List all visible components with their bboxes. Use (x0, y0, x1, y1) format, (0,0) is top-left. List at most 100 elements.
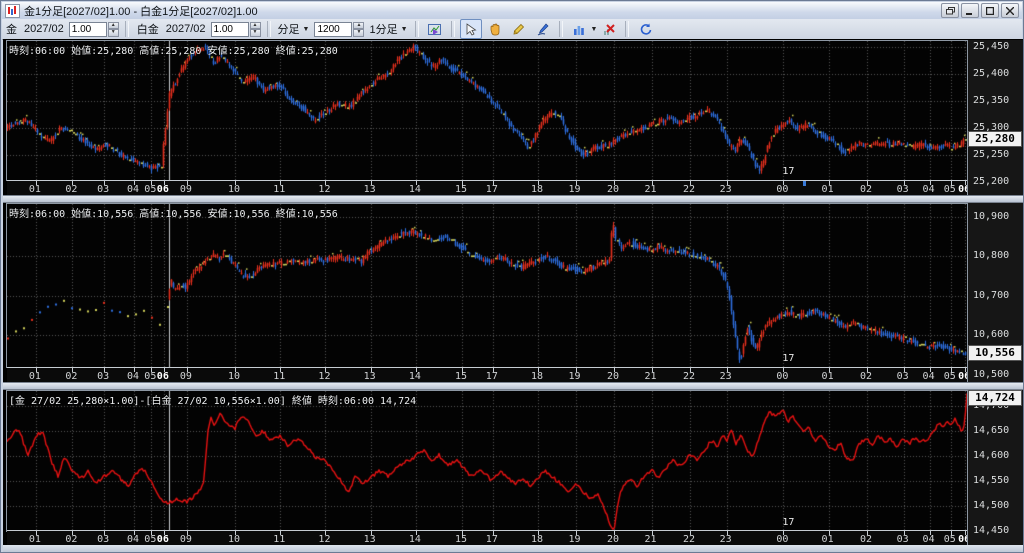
x-tick-label: 02 (860, 184, 872, 195)
new-window-button[interactable] (941, 3, 959, 18)
pane-splitter[interactable] (3, 382, 1023, 390)
x-tick-label: 13 (364, 534, 376, 545)
title-bar[interactable]: 金1分足[2027/02]1.00 - 白金1分足[2027/02]1.00 (2, 2, 1022, 20)
y-axis-label: 10,500 (973, 369, 1009, 380)
chevron-down-icon[interactable]: ▼ (591, 26, 598, 33)
x-tick-label: 14 (409, 371, 421, 382)
x-tick-label: 03 (97, 371, 109, 382)
minimize-button[interactable] (961, 3, 979, 18)
interval-dropdown[interactable]: 1分足 ▼ (369, 21, 407, 37)
x-tick-label: 02 (65, 534, 77, 545)
x-tick-label: 05 (144, 184, 156, 195)
gold-ratio-down-icon[interactable]: ▼ (108, 29, 119, 37)
pen-draw-icon[interactable] (532, 19, 554, 39)
x-tick-label: 04 (923, 534, 935, 545)
x-tick-label: 02 (860, 534, 872, 545)
x-tick-label: 12 (318, 534, 330, 545)
delete-drawings-icon[interactable] (598, 19, 620, 39)
pane-splitter[interactable] (3, 195, 1023, 203)
x-tick-label: 01 (822, 184, 834, 195)
y-axis-label: 10,700 (973, 290, 1009, 301)
x-tick-label: 18 (531, 371, 543, 382)
platinum-ratio-down-icon[interactable]: ▼ (250, 29, 261, 37)
gold-info-line: 時刻:06:00 始値:25,280 高値:25,280 安値:25,280 終… (9, 42, 338, 57)
pencil-draw-icon[interactable] (508, 19, 530, 39)
x-tick-label: 03 (897, 371, 909, 382)
x-tick-label: 23 (720, 534, 732, 545)
x-tick-label: 19 (569, 184, 581, 195)
x-tick-label: 17 (486, 184, 498, 195)
x-tick-label: 06 (157, 534, 169, 545)
x-tick-label: 05 (144, 534, 156, 545)
x-tick-label: 13 (364, 371, 376, 382)
day-change-label: 17 (782, 166, 794, 177)
chevron-down-icon: ▼ (401, 26, 408, 33)
x-tick-label: 11 (273, 184, 285, 195)
gold-ratio-up-icon[interactable]: ▲ (108, 22, 119, 30)
current-price-box: 25,280 (968, 131, 1022, 147)
x-tick-label: 21 (645, 184, 657, 195)
toolbar-separator (451, 21, 455, 37)
gold-price-axis: 25,45025,40025,35025,30025,25025,20025,2… (967, 40, 1023, 195)
bar-count-spinner[interactable]: ▲▼ (314, 22, 364, 37)
y-axis-label: 25,250 (973, 149, 1009, 160)
close-button[interactable] (1001, 3, 1019, 18)
chart-frame-tool-icon[interactable] (424, 19, 446, 39)
chart-region: 時刻:06:00 始値:25,280 高値:25,280 安値:25,280 終… (3, 39, 1023, 552)
y-axis-label: 14,450 (973, 525, 1009, 536)
y-axis-label: 14,600 (973, 450, 1009, 461)
gold-ratio-input[interactable] (69, 22, 107, 37)
app-window: 金1分足[2027/02]1.00 - 白金1分足[2027/02]1.00 金… (0, 0, 1024, 553)
x-tick-label: 00 (776, 534, 788, 545)
bar-count-up-icon[interactable]: ▲ (353, 22, 364, 30)
bar-type-label: 分足 (278, 21, 300, 37)
x-tick-label: 09 (180, 534, 192, 545)
x-tick-label: 19 (569, 371, 581, 382)
main-toolbar: 金 2027/02 ▲▼ 白金 2027/02 ▲▼ 分足 ▼ ▲▼ 1分足 ▼ (2, 19, 1022, 40)
x-tick-label: 14 (409, 184, 421, 195)
pan-hand-icon[interactable] (484, 19, 506, 39)
x-tick-label: 10 (228, 371, 240, 382)
select-arrow-icon[interactable] (460, 19, 482, 39)
day-change-label: 17 (782, 353, 794, 364)
y-axis-label: 14,650 (973, 425, 1009, 436)
bar-count-down-icon[interactable]: ▼ (353, 29, 364, 37)
spread-price-axis: 14,70014,65014,60014,55014,50014,45014,7… (967, 390, 1023, 545)
x-tick-label: 12 (318, 371, 330, 382)
x-tick-label: 04 (127, 184, 139, 195)
bar-count-input[interactable] (314, 22, 352, 37)
y-axis-label: 25,400 (973, 68, 1009, 79)
maximize-button[interactable] (981, 3, 999, 18)
x-tick-label: 06 (157, 371, 169, 382)
platinum-ratio-up-icon[interactable]: ▲ (250, 22, 261, 30)
platinum-ratio-spinner[interactable]: ▲▼ (211, 22, 261, 37)
x-tick-label: 05 (944, 534, 956, 545)
y-axis-label: 10,800 (973, 250, 1009, 261)
platinum-candlestick-chart[interactable] (6, 203, 970, 368)
y-axis-label: 25,350 (973, 95, 1009, 106)
toolbar-separator (559, 21, 563, 37)
platinum-info-line: 時刻:06:00 始値:10,556 高値:10,556 安値:10,556 終… (9, 205, 338, 220)
x-tick-label: 05 (144, 371, 156, 382)
refresh-icon[interactable] (634, 19, 656, 39)
x-tick-label: 01 (822, 534, 834, 545)
x-tick-label: 06 (157, 184, 169, 195)
x-tick-label: 01 (29, 184, 41, 195)
gold-candlestick-chart[interactable] (6, 40, 970, 181)
x-tick-label: 23 (720, 371, 732, 382)
x-tick-label: 11 (273, 534, 285, 545)
spread-line-chart[interactable] (6, 390, 970, 532)
x-tick-label: 22 (683, 371, 695, 382)
platinum-time-axis: 0102030405060910111213141517181920212223… (7, 367, 969, 383)
x-tick-label: 09 (180, 371, 192, 382)
platinum-ratio-input[interactable] (211, 22, 249, 37)
window-bottom-edge (3, 545, 1023, 552)
x-tick-label: 18 (531, 534, 543, 545)
y-axis-label: 10,900 (973, 211, 1009, 222)
gold-ratio-spinner[interactable]: ▲▼ (69, 22, 119, 37)
toolbar-separator (625, 21, 629, 37)
bar-type-dropdown[interactable]: 分足 ▼ (278, 21, 310, 37)
app-chart-icon (5, 4, 20, 18)
gold-symbol-label: 金 (6, 21, 17, 37)
chart-type-icon[interactable] (568, 19, 590, 39)
